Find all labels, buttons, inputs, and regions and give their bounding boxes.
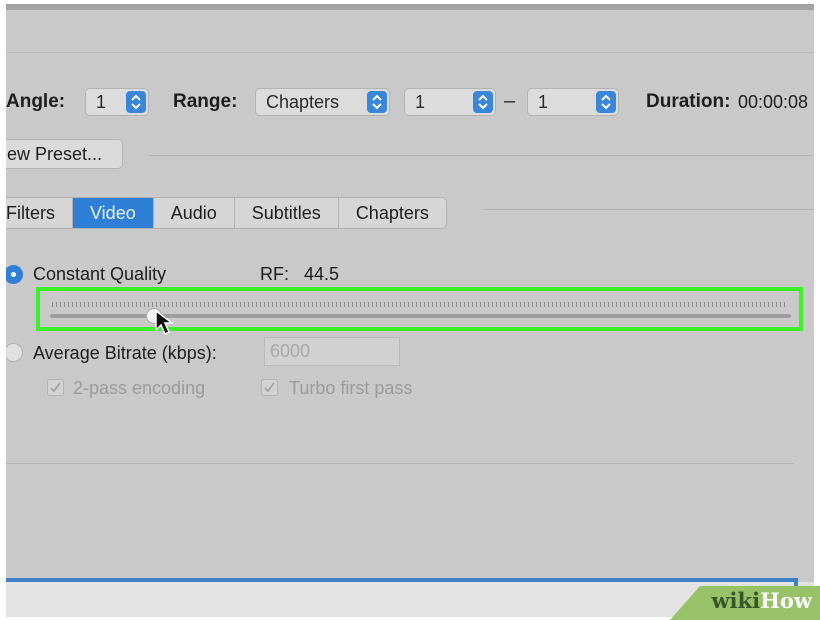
range-start-value: 1: [415, 92, 426, 112]
bitrate-input[interactable]: 6000: [264, 337, 400, 366]
angle-select[interactable]: 1: [85, 88, 149, 116]
duration-label: Duration:: [646, 91, 731, 112]
rf-value: 44.5: [304, 264, 340, 284]
up-down-arrows-icon: [126, 91, 146, 113]
checkmark-icon: [264, 382, 275, 393]
range-end-select[interactable]: 1: [527, 88, 619, 116]
preset-divider: [149, 155, 814, 156]
two-pass-label: 2-pass encoding: [73, 378, 206, 398]
watermark-text-wiki: wiki: [711, 588, 761, 613]
range-separator: –: [504, 90, 516, 112]
watermark-text-how: How: [760, 588, 812, 613]
up-down-arrows-icon: [473, 91, 493, 113]
window-top-edge: [6, 4, 814, 10]
section-divider: [6, 463, 794, 464]
slider-ticks: [52, 302, 787, 307]
mouse-pointer-icon: [155, 310, 175, 336]
turbo-first-pass-label: Turbo first pass: [289, 378, 413, 398]
average-bitrate-label: Average Bitrate (kbps):: [33, 343, 217, 363]
tab-audio[interactable]: Audio: [154, 198, 235, 228]
tab-chapters[interactable]: Chapters: [339, 198, 446, 228]
quality-slider-highlight: [36, 287, 803, 331]
constant-quality-label: Constant Quality: [33, 264, 167, 284]
duration-value: 00:00:08: [738, 92, 809, 112]
range-label: Range:: [173, 91, 238, 112]
rf-label: RF:: [260, 264, 289, 284]
range-end-value: 1: [538, 92, 549, 112]
titlebar-separator: [6, 52, 814, 53]
angle-label: Angle:: [6, 91, 66, 112]
two-pass-checkbox[interactable]: [47, 379, 64, 396]
range-start-select[interactable]: 1: [404, 88, 496, 116]
average-bitrate-radio[interactable]: [6, 343, 23, 362]
range-type-select[interactable]: Chapters: [255, 88, 390, 116]
tab-subtitles[interactable]: Subtitles: [235, 198, 339, 228]
tabs-divider: [484, 209, 814, 210]
constant-quality-radio[interactable]: [6, 265, 23, 284]
up-down-arrows-icon: [596, 91, 616, 113]
angle-select-value: 1: [96, 92, 107, 112]
new-preset-button[interactable]: ew Preset...: [6, 139, 123, 169]
video-settings-window: Angle: 1 Range: Chapters 1 – 1 Duration:…: [6, 4, 814, 617]
tab-filters[interactable]: Filters: [6, 198, 73, 228]
up-down-arrows-icon: [367, 91, 387, 113]
turbo-first-pass-checkbox[interactable]: [261, 379, 278, 396]
checkmark-icon: [50, 382, 61, 393]
settings-tabs: Filters Video Audio Subtitles Chapters: [6, 197, 447, 229]
tab-video[interactable]: Video: [73, 198, 154, 228]
focus-ring-edge: [6, 578, 798, 582]
range-type-value: Chapters: [266, 92, 340, 112]
